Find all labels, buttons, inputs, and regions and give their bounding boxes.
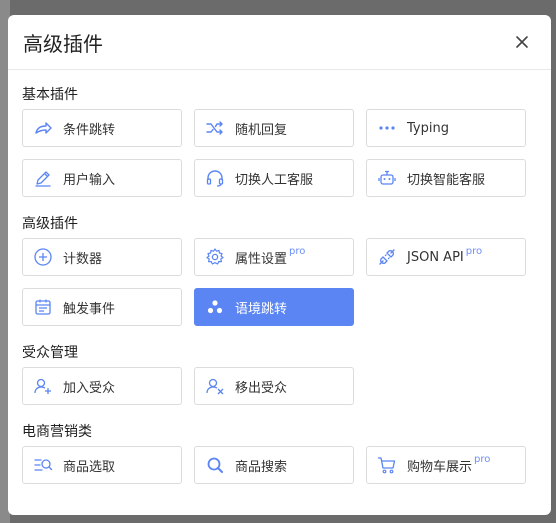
robot-icon [377,168,397,188]
user-add-icon [33,376,53,396]
plugin-card-user-input[interactable]: 用户输入 [22,159,182,197]
plugin-card-context-jump[interactable]: 语境跳转 [194,288,354,326]
plugin-card-counter[interactable]: 计数器 [22,238,182,276]
gear-icon [205,247,225,267]
plugin-card-switch-ai[interactable]: 切换智能客服 [366,159,526,197]
plugin-card-random-reply[interactable]: 随机回复 [194,109,354,147]
card-label: Typing [407,120,449,136]
section-title-audience: 受众管理 [22,345,78,361]
plugin-card-cart-display[interactable]: 购物车展示 pro [366,446,526,484]
close-icon [516,36,528,48]
plugin-card-add-audience[interactable]: 加入受众 [22,367,182,405]
card-label: 移出受众 [235,380,288,396]
plus-circle-icon [33,247,53,267]
search-icon [205,455,225,475]
pro-badge: pro [465,245,483,257]
card-label: 切换智能客服 [407,172,486,188]
card-label: 购物车展示 [407,459,473,475]
plugin-card-attribute-settings[interactable]: 属性设置 pro [194,238,354,276]
pencil-icon [33,168,53,188]
close-button[interactable] [511,31,533,53]
plug-icon [377,247,397,267]
card-label: JSON API [407,249,464,265]
shuffle-icon [205,118,225,138]
card-label: 属性设置 [235,251,288,267]
section-title-ecommerce: 电商营销类 [22,424,92,440]
three-dots-icon [205,297,225,317]
plugin-card-product-select[interactable]: 商品选取 [22,446,182,484]
modal-title: 高级插件 [23,32,103,56]
card-label: 加入受众 [63,380,116,396]
card-label: 计数器 [63,251,103,267]
card-label: 随机回复 [235,122,288,138]
plugin-card-switch-human[interactable]: 切换人工客服 [194,159,354,197]
section-title-basic: 基本插件 [22,87,78,103]
card-label: 商品搜索 [235,459,288,475]
dots-icon [377,118,397,138]
section-title-advanced: 高级插件 [22,216,78,232]
card-label: 语境跳转 [235,301,288,317]
user-remove-icon [205,376,225,396]
card-label: 条件跳转 [63,122,116,138]
plugin-card-product-search[interactable]: 商品搜索 [194,446,354,484]
pro-badge: pro [474,453,491,465]
plugin-modal: 高级插件 基本插件 条件跳转 随机回复 Typing 用户输入 切换人工客服 切… [8,15,551,515]
calendar-icon [33,297,53,317]
card-label: 触发事件 [63,301,116,317]
card-label: 切换人工客服 [235,172,314,188]
share-arrow-icon [33,118,53,138]
headset-icon [205,168,225,188]
cart-icon [377,455,397,475]
card-label: 用户输入 [63,172,116,188]
plugin-card-remove-audience[interactable]: 移出受众 [194,367,354,405]
list-search-icon [33,455,53,475]
plugin-card-conditional-jump[interactable]: 条件跳转 [22,109,182,147]
modal-header: 高级插件 [8,15,551,70]
plugin-card-json-api[interactable]: JSON API pro [366,238,526,276]
card-label: 商品选取 [63,459,116,475]
plugin-card-trigger-event[interactable]: 触发事件 [22,288,182,326]
pro-badge: pro [289,245,306,257]
plugin-card-typing[interactable]: Typing [366,109,526,147]
